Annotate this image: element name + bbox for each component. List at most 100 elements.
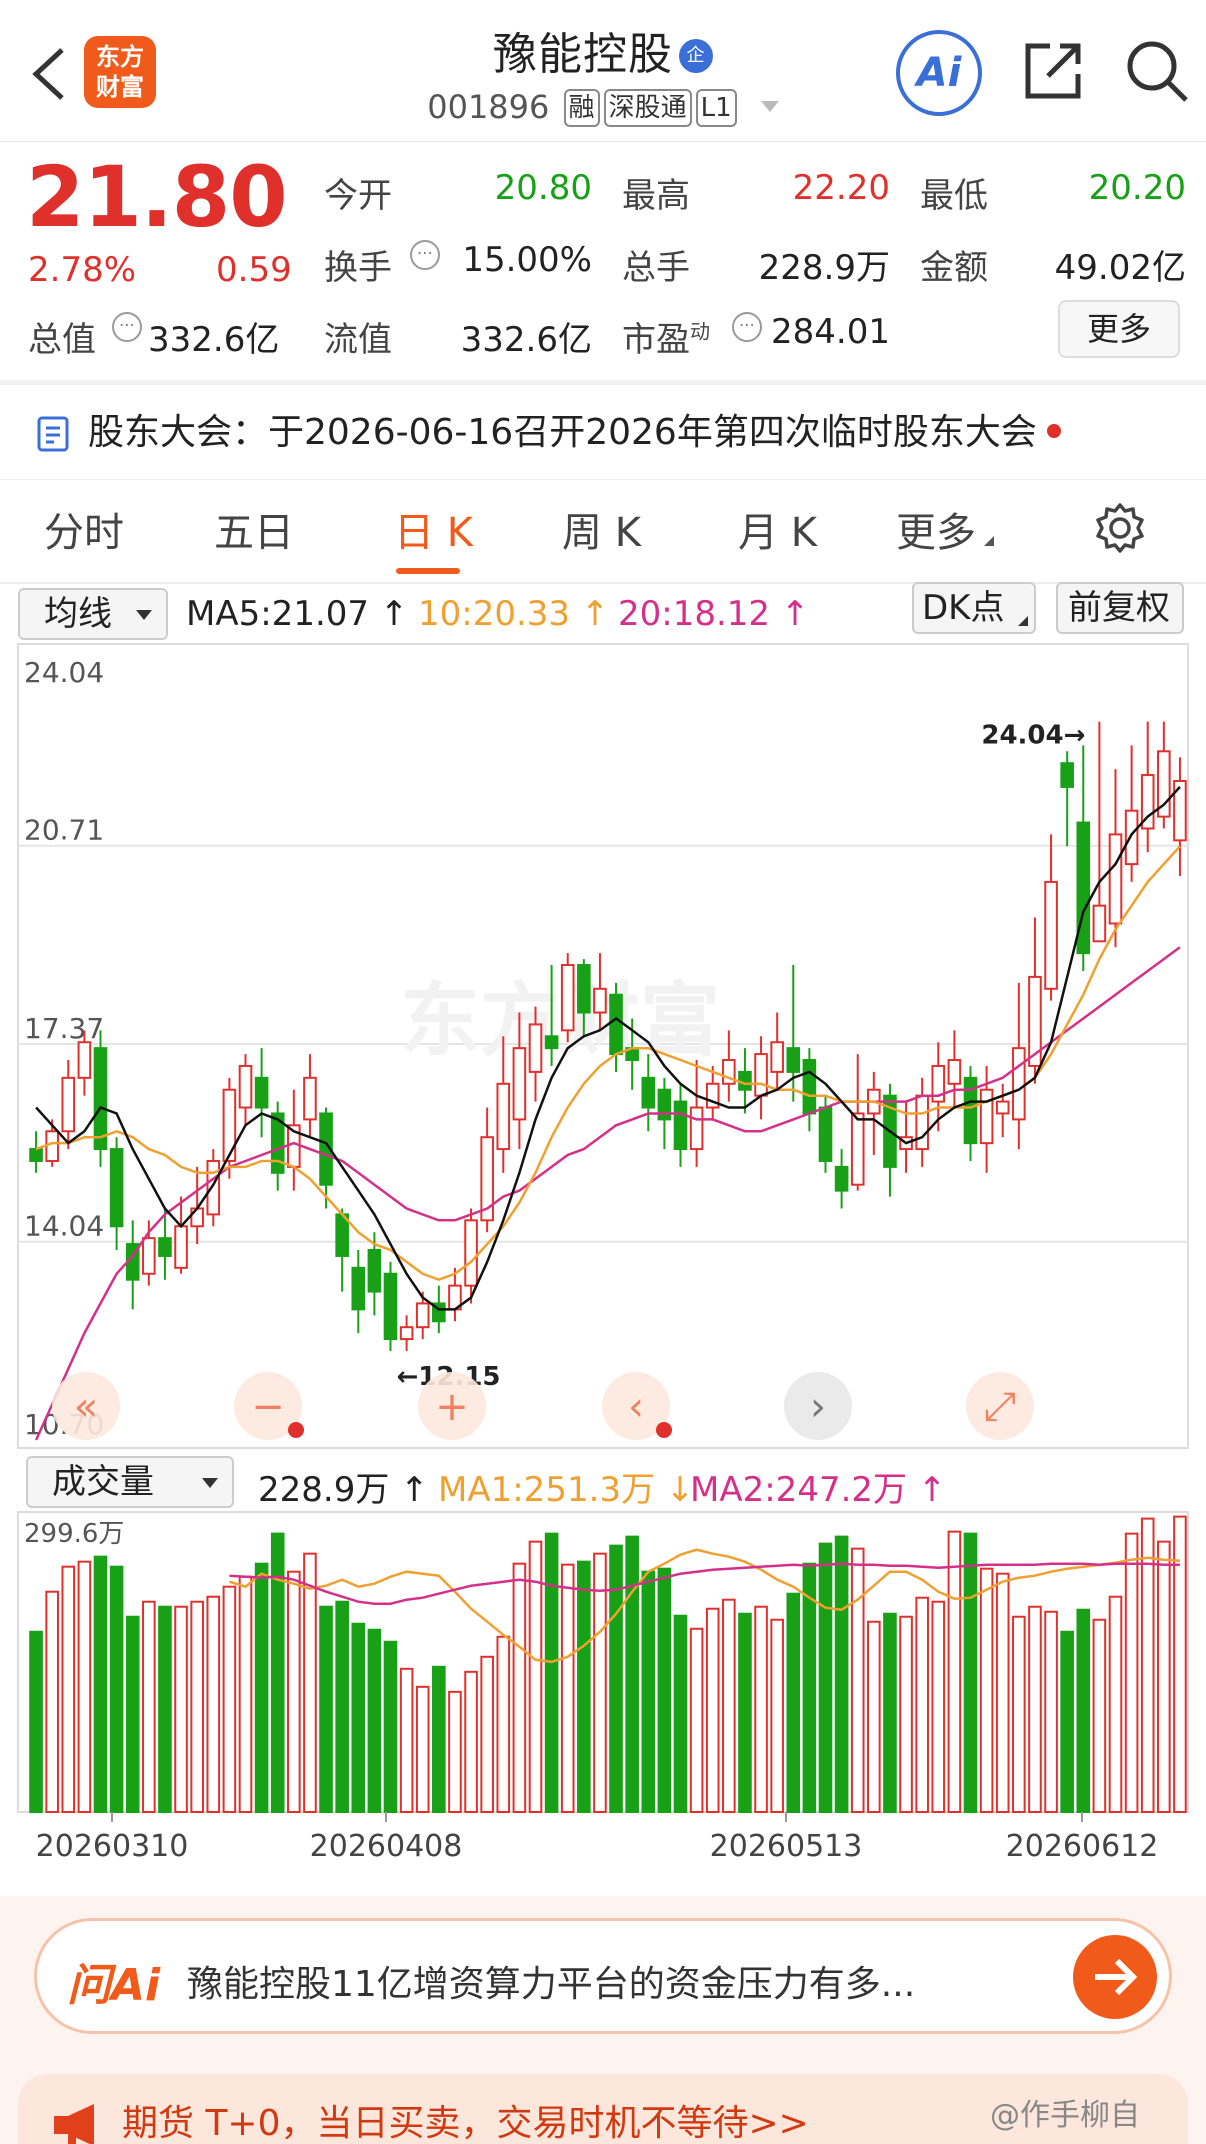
volume-selector[interactable]: 成交量 — [26, 1456, 234, 1508]
amount-label: 金额 — [920, 248, 988, 288]
volume-bar — [319, 1605, 333, 1813]
margin-tag: 融 — [563, 89, 600, 127]
candle-body — [61, 1076, 76, 1133]
volume-bar — [705, 1607, 720, 1813]
open-label: 今开 — [324, 176, 392, 216]
volume-bar — [931, 1600, 946, 1814]
candle-body — [818, 1106, 833, 1162]
volume-bar — [29, 1630, 43, 1814]
ai-assistant-button[interactable]: Ai — [896, 30, 982, 116]
notification-dot — [656, 1422, 672, 1438]
volume-bar — [415, 1685, 430, 1813]
candle-body — [399, 1326, 414, 1341]
candle-body — [383, 1272, 398, 1341]
tab-intraday[interactable]: 分时 — [44, 500, 124, 558]
more-quote-button[interactable]: 更多 — [1058, 300, 1180, 358]
adjust-button[interactable]: 前复权 — [1056, 582, 1184, 634]
candle-body — [1076, 821, 1091, 955]
volume-bar — [512, 1562, 527, 1814]
volume-bar — [125, 1615, 140, 1813]
candle-body — [415, 1302, 430, 1329]
candle-body — [560, 964, 575, 1032]
candle-body — [1060, 762, 1074, 788]
volume-bar — [496, 1635, 511, 1813]
candle-body — [512, 1047, 527, 1121]
top-header: 东方 财富 豫能控股企 001896 融深股通 L1 Ai — [0, 0, 1206, 142]
volume-bar — [818, 1542, 833, 1814]
volume-bar — [238, 1575, 253, 1813]
low-label: 最低 — [920, 176, 988, 216]
tab-more[interactable]: 更多 — [896, 500, 994, 558]
notice-bar[interactable]: 股东大会：于2026-06-16召开2026年第四次临时股东大会 — [0, 384, 1206, 480]
volume-bar — [432, 1665, 446, 1813]
volume-bar — [448, 1690, 462, 1813]
active-tab-indicator — [396, 568, 460, 574]
ma-selector[interactable]: 均线 — [18, 588, 168, 640]
high-value: 22.20 — [792, 168, 890, 208]
volume-bar — [1076, 1608, 1091, 1814]
candle-body — [786, 1047, 801, 1073]
ai-question-bar[interactable]: 问Ai 豫能控股11亿增资算力平台的资金压力有多... — [34, 1918, 1172, 2034]
low-value: 20.20 — [1088, 168, 1186, 208]
dk-point-button[interactable]: DK点 — [912, 582, 1036, 634]
volume-bar — [834, 1535, 849, 1813]
volume-bar — [174, 1605, 188, 1813]
candle-body — [206, 1159, 221, 1216]
candle-body — [995, 1100, 1010, 1115]
volume-bar — [593, 1552, 607, 1813]
candle-body — [45, 1130, 59, 1162]
volume-bar — [480, 1655, 494, 1813]
volume-bar — [722, 1598, 736, 1814]
turnover-label: 换手 — [324, 248, 392, 288]
volume-bar — [609, 1544, 623, 1813]
document-icon — [37, 416, 69, 452]
ma20-readout: 20:18.12 ↑ — [618, 594, 810, 634]
watermark: 东方财富 — [400, 974, 720, 1067]
candle-body — [351, 1266, 366, 1311]
dropdown-icon[interactable] — [760, 101, 779, 112]
notice-text: 股东大会：于2026-06-16召开2026年第四次临时股东大会 — [88, 412, 1037, 453]
info-icon[interactable]: ⋯ — [112, 312, 142, 342]
settings-icon[interactable] — [1094, 502, 1146, 554]
tab-monthly-k[interactable]: 月 K — [738, 500, 817, 558]
candle-body — [1092, 904, 1107, 943]
ma10-readout: 10:20.33 ↑ — [418, 594, 610, 634]
volume-chart[interactable]: 299.6万 20260310 20260408 20260513 20260612 — [0, 1508, 1206, 1868]
volume-value: 228.9万 — [758, 248, 890, 288]
volume-bar — [1028, 1605, 1042, 1813]
volume-bar — [689, 1627, 704, 1813]
volume-bar — [1124, 1532, 1139, 1813]
dropdown-icon — [202, 1478, 218, 1488]
candle-body — [593, 987, 607, 1014]
volume-bar — [673, 1614, 688, 1814]
current-price: 21.80 — [26, 148, 288, 246]
x-tick-label: 20260408 — [310, 1829, 463, 1864]
volume-bar — [351, 1622, 366, 1814]
candle-body — [93, 1047, 108, 1151]
float-label: 流值 — [324, 320, 392, 360]
level-tag: L1 — [695, 89, 737, 127]
candle-body — [979, 1088, 994, 1145]
volume-bar — [899, 1615, 913, 1813]
pe-value: 284.01 — [771, 312, 890, 352]
search-icon[interactable] — [1124, 38, 1190, 104]
tab-five-day[interactable]: 五日 — [214, 500, 294, 558]
kline-indicator-bar: 均线 MA5:21.07 ↑ 10:20.33 ↑ 20:18.12 ↑ DK点… — [0, 582, 1206, 642]
volume-bar — [738, 1612, 752, 1814]
tab-daily-k[interactable]: 日 K — [394, 500, 473, 558]
candle-body — [915, 1094, 929, 1151]
volume-bar — [254, 1562, 269, 1814]
share-icon[interactable] — [1022, 40, 1084, 102]
candle-body — [174, 1225, 188, 1269]
tab-weekly-k[interactable]: 周 K — [562, 500, 641, 558]
candle-body — [77, 1041, 92, 1079]
corner-triangle-icon — [984, 536, 994, 546]
volume-bar — [383, 1640, 398, 1813]
dropdown-icon — [136, 610, 152, 620]
y-tick-label: 20.71 — [24, 814, 104, 847]
open-value: 20.80 — [494, 168, 592, 208]
kline-chart[interactable]: 24.0420.7117.3714.0410.70东方财富24.04→←12.1… — [0, 640, 1206, 1450]
volume-bar — [947, 1530, 962, 1814]
volume-bar — [560, 1563, 575, 1813]
ask-submit-button[interactable] — [1073, 1935, 1157, 2019]
